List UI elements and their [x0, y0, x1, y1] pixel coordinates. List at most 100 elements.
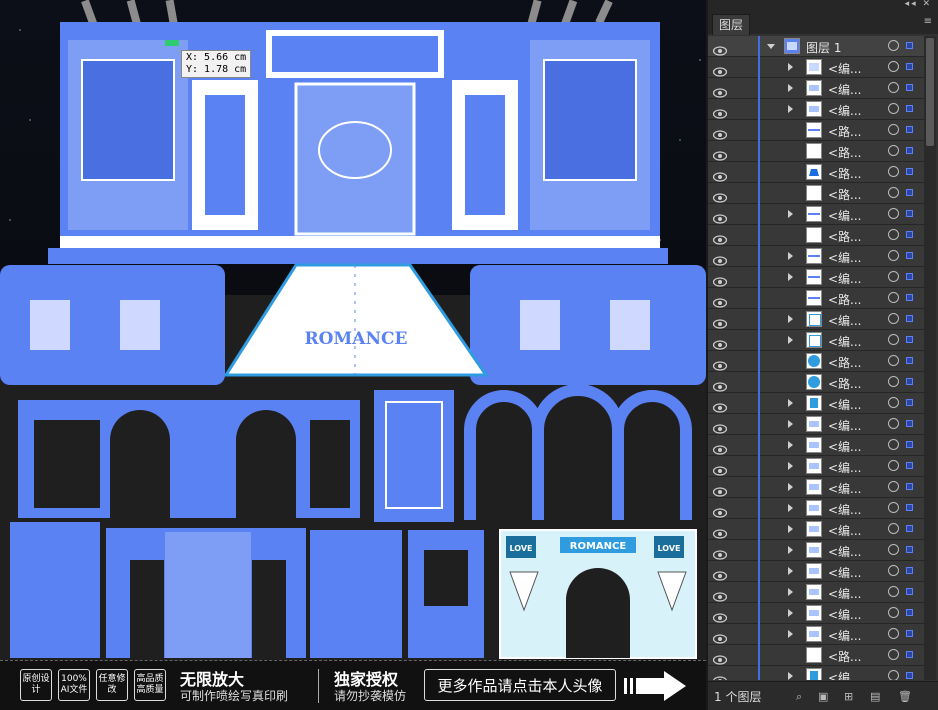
visibility-eye-icon[interactable] — [712, 629, 728, 644]
lock-toggle[interactable] — [734, 626, 751, 643]
lock-toggle[interactable] — [734, 353, 751, 370]
layer-row[interactable]: <编... — [708, 309, 924, 330]
layer-row[interactable]: <编... — [708, 393, 924, 414]
layer-row[interactable]: <编... — [708, 666, 924, 680]
layer-row[interactable]: <路... — [708, 288, 924, 309]
expand-triangle-icon[interactable] — [788, 399, 793, 407]
selection-square[interactable] — [906, 273, 913, 280]
lock-toggle[interactable] — [734, 563, 751, 580]
selection-square[interactable] — [906, 189, 913, 196]
target-circle-icon[interactable] — [888, 271, 899, 282]
visibility-eye-icon[interactable] — [712, 503, 728, 518]
lock-toggle[interactable] — [734, 332, 751, 349]
layer-name[interactable]: <路... — [828, 228, 862, 245]
layer-name[interactable]: <路... — [828, 648, 862, 665]
layer-row[interactable]: <编... — [708, 540, 924, 561]
lock-toggle[interactable] — [734, 227, 751, 244]
target-circle-icon[interactable] — [888, 670, 899, 680]
lock-toggle[interactable] — [734, 290, 751, 307]
visibility-eye-icon[interactable] — [712, 272, 728, 287]
selection-square[interactable] — [906, 252, 913, 259]
lock-toggle[interactable] — [734, 437, 751, 454]
target-circle-icon[interactable] — [888, 166, 899, 177]
expand-triangle-icon[interactable] — [788, 336, 793, 344]
visibility-eye-icon[interactable] — [712, 419, 728, 434]
lock-toggle[interactable] — [734, 542, 751, 559]
layer-name[interactable]: <路... — [828, 375, 862, 392]
layer-name[interactable]: <编... — [828, 669, 862, 680]
lock-toggle[interactable] — [734, 38, 751, 55]
lock-toggle[interactable] — [734, 248, 751, 265]
lock-toggle[interactable] — [734, 395, 751, 412]
layer-row[interactable]: <编... — [708, 99, 924, 120]
selection-square[interactable] — [906, 651, 913, 658]
selection-square[interactable] — [906, 105, 913, 112]
expand-triangle-icon[interactable] — [788, 525, 793, 533]
layer-row[interactable]: <路... — [708, 351, 924, 372]
layers-scrollbar[interactable] — [924, 36, 936, 680]
visibility-eye-icon[interactable] — [712, 398, 728, 413]
visibility-eye-icon[interactable] — [712, 230, 728, 245]
layer-row[interactable]: <编... — [708, 456, 924, 477]
target-circle-icon[interactable] — [888, 124, 899, 135]
selection-square[interactable] — [906, 483, 913, 490]
visibility-eye-icon[interactable] — [712, 440, 728, 455]
layer-name[interactable]: <编... — [828, 438, 862, 455]
layer-row[interactable]: <编... — [708, 519, 924, 540]
panel-menu-icon[interactable]: ≡ — [924, 16, 932, 27]
scrollbar-thumb[interactable] — [926, 38, 934, 146]
target-circle-icon[interactable] — [888, 481, 899, 492]
selection-square[interactable] — [906, 378, 913, 385]
selection-square[interactable] — [906, 525, 913, 532]
expand-triangle-icon[interactable] — [788, 609, 793, 617]
expand-triangle-icon[interactable] — [788, 315, 793, 323]
tab-layers[interactable]: 图层 — [712, 14, 751, 35]
expand-triangle-icon[interactable] — [788, 273, 793, 281]
layer-name[interactable]: <编... — [828, 81, 862, 98]
selection-square[interactable] — [906, 546, 913, 553]
selection-square[interactable] — [906, 504, 913, 511]
selection-square[interactable] — [906, 294, 913, 301]
expand-triangle-icon[interactable] — [788, 462, 793, 470]
selection-square[interactable] — [906, 420, 913, 427]
expand-triangle-icon[interactable] — [788, 483, 793, 491]
selection-square[interactable] — [906, 630, 913, 637]
target-circle-icon[interactable] — [888, 565, 899, 576]
layer-row[interactable]: <路... — [708, 120, 924, 141]
layer-name[interactable]: <编... — [828, 585, 862, 602]
layer-row[interactable]: <路... — [708, 162, 924, 183]
lock-toggle[interactable] — [734, 500, 751, 517]
lock-toggle[interactable] — [734, 374, 751, 391]
collapse-triangle-icon[interactable] — [767, 44, 775, 49]
layer-row[interactable]: <路... — [708, 183, 924, 204]
visibility-eye-icon[interactable] — [712, 146, 728, 161]
visibility-eye-icon[interactable] — [712, 83, 728, 98]
visibility-eye-icon[interactable] — [712, 104, 728, 119]
expand-triangle-icon[interactable] — [788, 63, 793, 71]
lock-toggle[interactable] — [734, 311, 751, 328]
lock-toggle[interactable] — [734, 647, 751, 664]
new-sublayer-icon[interactable]: ⊞ — [844, 690, 853, 703]
layer-name[interactable]: <路... — [828, 291, 862, 308]
layer-row[interactable]: <编... — [708, 267, 924, 288]
target-circle-icon[interactable] — [888, 460, 899, 471]
new-layer-icon[interactable]: ▤ — [870, 690, 880, 703]
more-works-button[interactable]: 更多作品请点击本人头像 — [424, 669, 616, 701]
layer-name[interactable]: <路... — [828, 165, 862, 182]
expand-triangle-icon[interactable] — [788, 672, 793, 680]
layer-name[interactable]: <编... — [828, 396, 862, 413]
visibility-eye-icon[interactable] — [712, 608, 728, 623]
visibility-eye-icon[interactable] — [712, 188, 728, 203]
make-clip-mask-icon[interactable]: ▣ — [818, 690, 828, 703]
layer-name[interactable]: <编... — [828, 564, 862, 581]
target-circle-icon[interactable] — [888, 145, 899, 156]
layer-row[interactable]: <路... — [708, 645, 924, 666]
target-circle-icon[interactable] — [888, 82, 899, 93]
wedding-stage-artwork[interactable]: ROMANCE LOVE LOVE ROMANCE — [0, 0, 706, 660]
target-circle-icon[interactable] — [888, 229, 899, 240]
visibility-eye-icon[interactable] — [712, 650, 728, 665]
lock-toggle[interactable] — [734, 458, 751, 475]
layer-row[interactable]: <路... — [708, 372, 924, 393]
expand-triangle-icon[interactable] — [788, 546, 793, 554]
layer-row[interactable]: <编... — [708, 477, 924, 498]
